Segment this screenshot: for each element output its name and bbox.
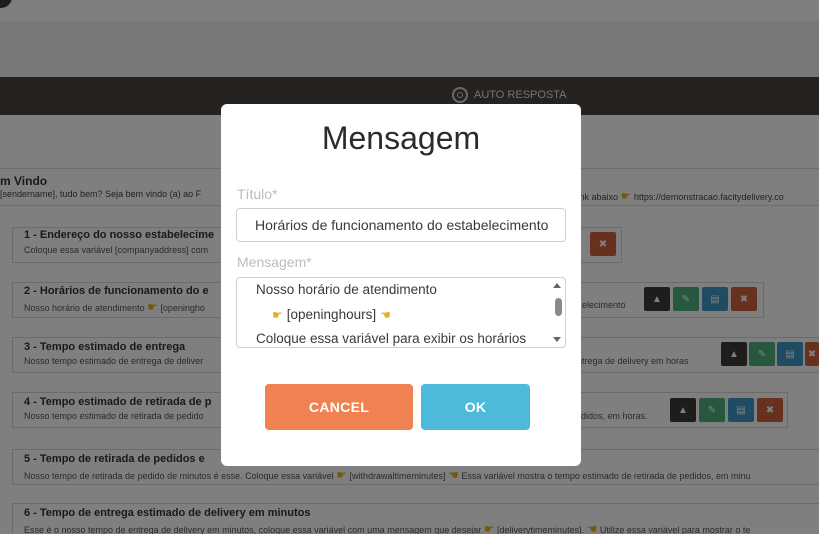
mensagem-line: Coloque essa variável para exibir os hor… — [256, 331, 527, 346]
titulo-label: Título* — [237, 186, 278, 202]
mensagem-textarea[interactable]: Nosso horário de atendimento ☛ [openingh… — [236, 277, 566, 348]
scrollbar-thumb[interactable] — [555, 298, 562, 316]
hand-pointing-left-icon: ☚ — [380, 307, 391, 322]
ok-button[interactable]: OK — [421, 384, 530, 430]
mensagem-line: Nosso horário de atendimento — [256, 282, 437, 297]
scroll-up-arrow-icon[interactable] — [553, 283, 561, 288]
modal-title: Mensagem — [321, 120, 481, 156]
mensagem-label: Mensagem* — [237, 254, 312, 270]
message-modal: Mensagem Título* Horários de funcionamen… — [221, 104, 581, 466]
mensagem-line: ☛ [openinghours] ☚ — [272, 307, 391, 322]
scroll-down-arrow-icon[interactable] — [553, 337, 561, 342]
hand-pointing-right-icon: ☛ — [272, 307, 283, 322]
cancel-button[interactable]: CANCEL — [265, 384, 413, 430]
titulo-input[interactable]: Horários de funcionamento do estabelecim… — [236, 208, 566, 242]
